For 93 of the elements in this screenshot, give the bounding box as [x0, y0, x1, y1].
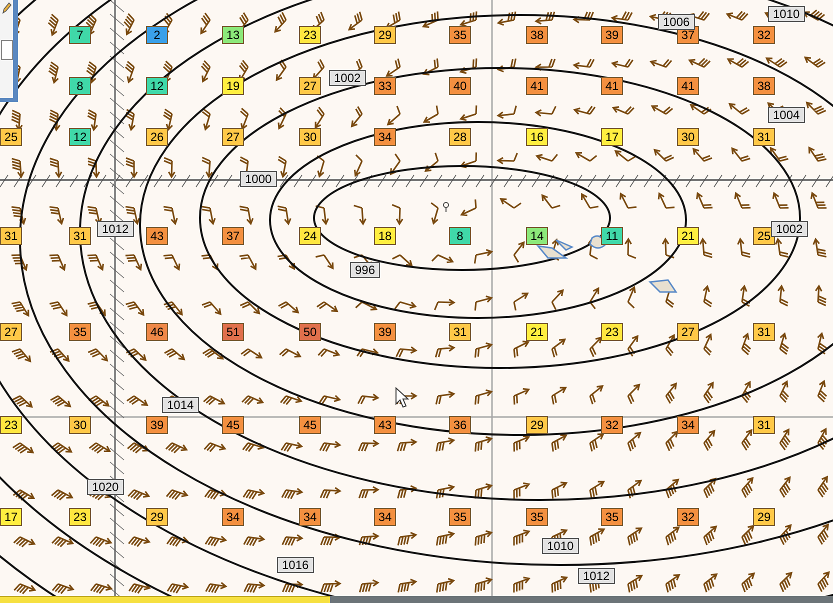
station-value: 39	[374, 323, 396, 341]
station-value: 29	[753, 508, 775, 526]
station-value: 11	[601, 227, 623, 245]
station-value: 41	[601, 77, 623, 95]
station-value: 25	[753, 227, 775, 245]
station-value: 39	[601, 26, 623, 44]
station-value: 25	[0, 128, 22, 146]
isobar-label: 996	[350, 262, 380, 278]
station-value: 35	[449, 26, 471, 44]
station-value: 37	[222, 227, 244, 245]
station-value: 29	[526, 416, 548, 434]
station-value: 32	[677, 508, 699, 526]
station-value: 33	[374, 77, 396, 95]
station-value: 39	[146, 416, 168, 434]
station-value: 50	[299, 323, 321, 341]
mouse-cursor-icon	[396, 386, 410, 408]
station-value: 35	[601, 508, 623, 526]
station-value: 23	[69, 508, 91, 526]
station-value: 8	[449, 227, 471, 245]
station-value: 45	[299, 416, 321, 434]
station-value: 30	[299, 128, 321, 146]
station-value: 7	[69, 26, 91, 44]
station-value: 41	[526, 77, 548, 95]
station-value: 31	[753, 128, 775, 146]
station-value: 38	[753, 77, 775, 95]
station-value: 21	[526, 323, 548, 341]
isobar-label: 1014	[162, 397, 199, 413]
isobar-label: 1002	[771, 221, 808, 237]
station-value: 29	[146, 508, 168, 526]
isobar-label: 1006	[658, 14, 695, 30]
pencil-icon[interactable]	[2, 2, 12, 14]
station-value: 17	[601, 128, 623, 146]
station-value: 18	[374, 227, 396, 245]
cloud-outline	[648, 279, 678, 293]
station-value: 19	[222, 77, 244, 95]
station-value: 23	[601, 323, 623, 341]
station-value: 46	[146, 323, 168, 341]
bottom-tab[interactable]	[0, 596, 330, 603]
station-value: 27	[677, 323, 699, 341]
station-value: 27	[299, 77, 321, 95]
station-value: 35	[69, 323, 91, 341]
station-value: 17	[0, 508, 22, 526]
station-value: 34	[374, 508, 396, 526]
station-value: 24	[299, 227, 321, 245]
station-value: 43	[146, 227, 168, 245]
station-value: 2	[146, 26, 168, 44]
station-value: 32	[601, 416, 623, 434]
station-value: 31	[69, 227, 91, 245]
station-value: 34	[374, 128, 396, 146]
station-value: 34	[677, 416, 699, 434]
station-value: 43	[374, 416, 396, 434]
isobar-label: 1010	[542, 538, 579, 554]
station-value: 12	[146, 77, 168, 95]
isobar-label: 1016	[277, 557, 314, 573]
isobar-label: 1010	[768, 6, 805, 22]
station-value: 26	[146, 128, 168, 146]
isobar-label: 1000	[240, 171, 277, 187]
station-value: 21	[677, 227, 699, 245]
isobar-label: 1004	[768, 107, 805, 123]
station-value: 36	[449, 416, 471, 434]
isobar-label: 1012	[578, 568, 615, 584]
station-value: 40	[449, 77, 471, 95]
isobar-label: 1012	[97, 221, 134, 237]
station-value: 29	[374, 26, 396, 44]
station-value: 28	[449, 128, 471, 146]
station-value: 27	[0, 323, 22, 341]
station-marker-icon	[443, 202, 449, 212]
station-value: 14	[526, 227, 548, 245]
station-value: 27	[222, 128, 244, 146]
station-value: 16	[526, 128, 548, 146]
station-value: 32	[753, 26, 775, 44]
station-value: 12	[69, 128, 91, 146]
station-value: 51	[222, 323, 244, 341]
station-value: 35	[526, 508, 548, 526]
isobar-label: 1020	[87, 479, 124, 495]
station-value: 31	[753, 323, 775, 341]
station-value: 31	[449, 323, 471, 341]
station-value: 41	[677, 77, 699, 95]
station-value: 30	[677, 128, 699, 146]
station-value: 31	[753, 416, 775, 434]
station-value: 23	[299, 26, 321, 44]
station-value: 31	[0, 227, 22, 245]
station-value: 8	[69, 77, 91, 95]
panel-field[interactable]	[0, 40, 12, 60]
station-value: 34	[299, 508, 321, 526]
station-value: 34	[222, 508, 244, 526]
station-value: 23	[0, 416, 22, 434]
station-value: 38	[526, 26, 548, 44]
station-value: 35	[449, 508, 471, 526]
station-value: 13	[222, 26, 244, 44]
isobar-label: 1002	[329, 70, 366, 86]
station-value: 30	[69, 416, 91, 434]
station-value: 45	[222, 416, 244, 434]
